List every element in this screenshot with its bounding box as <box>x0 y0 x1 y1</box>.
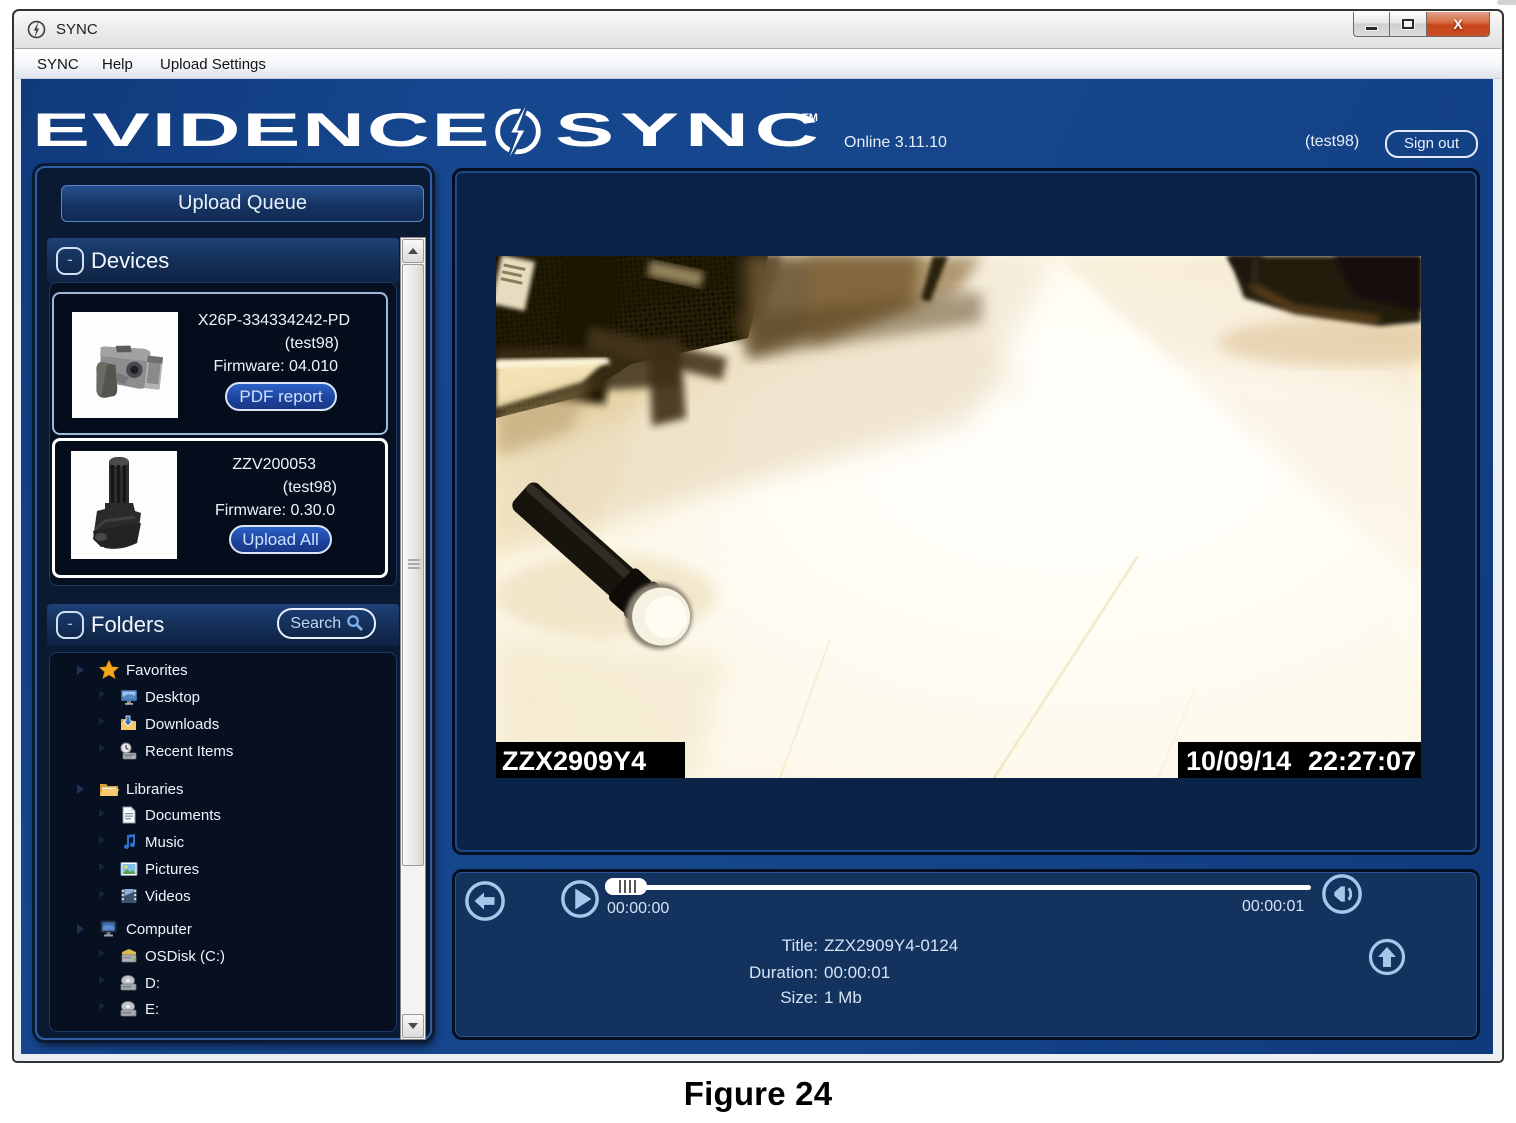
svg-text:22:27:07: 22:27:07 <box>1308 746 1416 776</box>
svg-text:ZZX2909Y4: ZZX2909Y4 <box>502 746 646 776</box>
svg-text:10/09/14: 10/09/14 <box>1186 746 1291 776</box>
